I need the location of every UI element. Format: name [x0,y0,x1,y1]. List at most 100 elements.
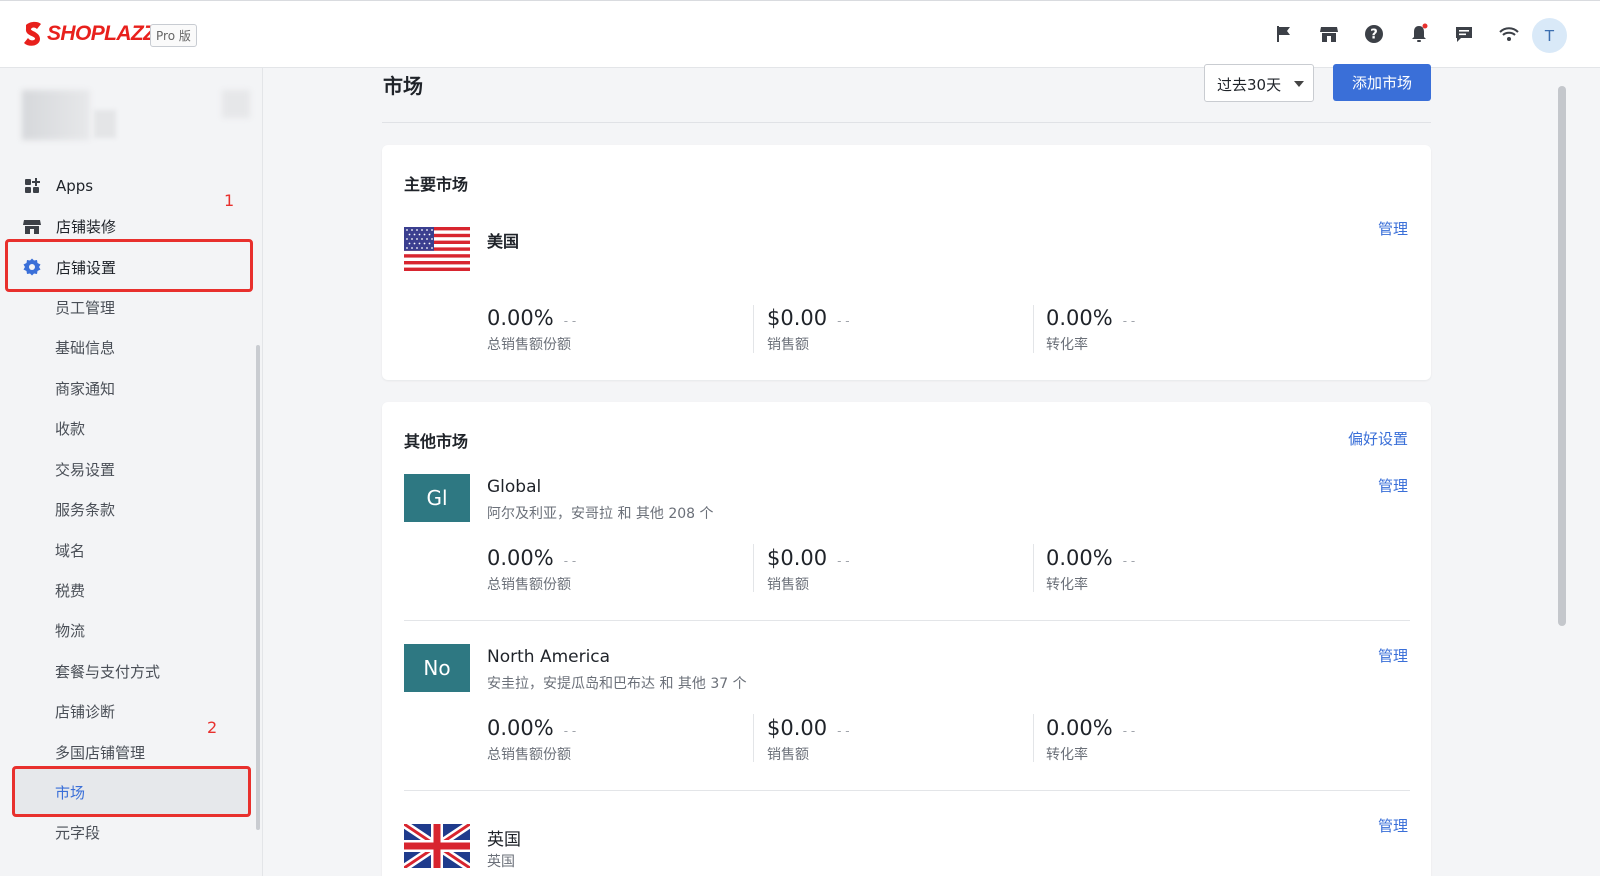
sidebar-subitem-notifications[interactable]: 商家通知 [55,378,115,399]
primary-manage-link[interactable]: 管理 [1378,218,1408,239]
stat-trend: - - [563,723,577,738]
sidebar: Apps 店铺装修 店铺设置 员工管理 基础信息 商家通知 收款 交易设置 服务… [0,68,263,876]
plan-badge: Pro 版 [150,24,197,47]
help-icon[interactable]: ? [1363,23,1385,45]
uk-manage-link[interactable]: 管理 [1378,815,1408,836]
global-manage-link[interactable]: 管理 [1378,475,1408,496]
stat-divider [753,544,754,592]
stat-label: 总销售额份额 [487,577,571,593]
stat-label: 转化率 [1046,747,1088,763]
other-markets-card: 其他市场 偏好设置 Gl Global 阿尔及利亚，安哥拉 和 其他 208 个… [382,402,1431,876]
sidebar-item-theme[interactable]: 店铺装修 [22,215,116,237]
stat-value: $0.00 [767,306,828,330]
annotation-number-2: 2 [207,718,218,737]
shoplazza-logo[interactable]: SHOPLAZZA [22,21,171,47]
stat-conversion: 0.00% - - 转化率 [1046,546,1135,594]
stat-divider [753,305,754,353]
logo-mark-icon [24,21,41,46]
page-title: 市场 [383,74,423,98]
annotation-box-markets [12,766,251,817]
stat-trend: - - [837,313,850,328]
stat-sales-share: 0.00% - - 总销售额份额 [487,716,576,764]
sidebar-subitem-basic-info[interactable]: 基础信息 [55,337,115,358]
stat-divider [1033,305,1034,353]
sidebar-item-apps[interactable]: Apps [22,175,93,197]
market-countries-uk: 英国 [487,854,515,870]
market-countries-north-america: 安圭拉，安提瓜岛和巴布达 和 其他 37 个 [487,676,747,692]
stat-sales: $0.00 - - 销售额 [767,716,850,764]
wifi-icon[interactable] [1498,23,1520,45]
sidebar-subitem-plans[interactable]: 套餐与支付方式 [55,661,160,682]
date-range-select[interactable]: 过去30天 [1204,64,1314,102]
north-america-manage-link[interactable]: 管理 [1378,645,1408,666]
market-divider [404,790,1410,791]
sidebar-subitem-taxes[interactable]: 税费 [55,580,85,601]
sidebar-subitem-payments[interactable]: 收款 [55,418,85,439]
sidebar-scrollbar[interactable] [256,345,260,830]
stat-label: 总销售额份额 [487,337,571,353]
sidebar-item-label: Apps [56,177,94,195]
sidebar-item-label: 店铺装修 [56,217,117,236]
stat-value: 0.00% [487,716,554,740]
stat-label: 销售额 [767,337,809,353]
market-tile-north-america: No [404,644,470,692]
stat-label: 销售额 [767,747,809,763]
store-icon[interactable] [1318,23,1340,45]
annotation-box-settings [5,239,253,292]
stat-trend: - - [1122,313,1136,328]
stat-label: 转化率 [1046,577,1088,593]
primary-market-title: 主要市场 [404,175,469,194]
market-countries-global: 阿尔及利亚，安哥拉 和 其他 208 个 [487,506,714,522]
sidebar-subitem-metafields[interactable]: 元字段 [55,822,100,843]
annotation-number-1: 1 [224,191,235,210]
stat-conversion: 0.00% - - 转化率 [1046,306,1135,354]
market-name-north-america[interactable]: North America [487,647,610,667]
sidebar-subitem-shipping[interactable]: 物流 [55,620,85,641]
stat-divider [753,714,754,762]
stat-value: $0.00 [767,716,828,740]
stat-label: 转化率 [1046,337,1088,353]
other-markets-title: 其他市场 [404,432,469,451]
primary-market-name: 美国 [487,232,520,251]
date-range-value: 过去30天 [1217,76,1282,94]
stat-label: 总销售额份额 [487,747,571,763]
sidebar-subitem-multi-store[interactable]: 多国店铺管理 [55,742,145,763]
stat-divider [1033,544,1034,592]
stat-trend: - - [1122,553,1136,568]
market-divider [404,620,1410,621]
stat-label: 销售额 [767,577,809,593]
top-bar: SHOPLAZZA Pro 版 ? T [0,0,1600,68]
stat-trend: - - [837,723,850,738]
sidebar-subitem-staff[interactable]: 员工管理 [55,297,115,318]
stat-sales-share: 0.00% - - 总销售额份额 [487,306,576,354]
flag-icon[interactable] [1273,23,1295,45]
stat-conversion: 0.00% - - 转化率 [1046,716,1135,764]
user-avatar[interactable]: T [1532,18,1567,53]
preferences-link[interactable]: 偏好设置 [1348,428,1408,449]
store-switcher[interactable] [22,90,262,140]
market-name-global[interactable]: Global [487,477,541,497]
stat-trend: - - [563,553,577,568]
add-market-button[interactable]: 添加市场 [1333,64,1431,101]
stat-trend: - - [1122,723,1136,738]
sidebar-subitem-diagnostics[interactable]: 店铺诊断 [55,701,115,722]
stat-value: 0.00% [1046,716,1113,740]
us-flag-icon [404,227,470,271]
uk-flag-icon [404,824,470,868]
market-name-uk[interactable]: 英国 [487,825,521,850]
stat-value: 0.00% [487,306,554,330]
chat-icon[interactable] [1453,23,1475,45]
bell-icon[interactable] [1408,23,1430,45]
primary-market-card: 主要市场 美国 管理 0.00% - - 总销售额份额 $0.00- - 销售额 … [382,145,1431,380]
top-icon-bar: ? [1273,23,1520,45]
store-icon [23,220,41,234]
stat-divider [1033,714,1034,762]
apps-icon [25,178,40,193]
sidebar-subitem-policies[interactable]: 服务条款 [55,499,115,520]
sidebar-subitem-domains[interactable]: 域名 [55,540,85,561]
sidebar-subitem-checkout[interactable]: 交易设置 [55,459,115,480]
stat-value: $0.00 [767,546,828,570]
main-scrollbar[interactable] [1558,86,1566,626]
stat-sales: $0.00 - - 销售额 [767,306,850,354]
header-divider [382,122,1431,123]
